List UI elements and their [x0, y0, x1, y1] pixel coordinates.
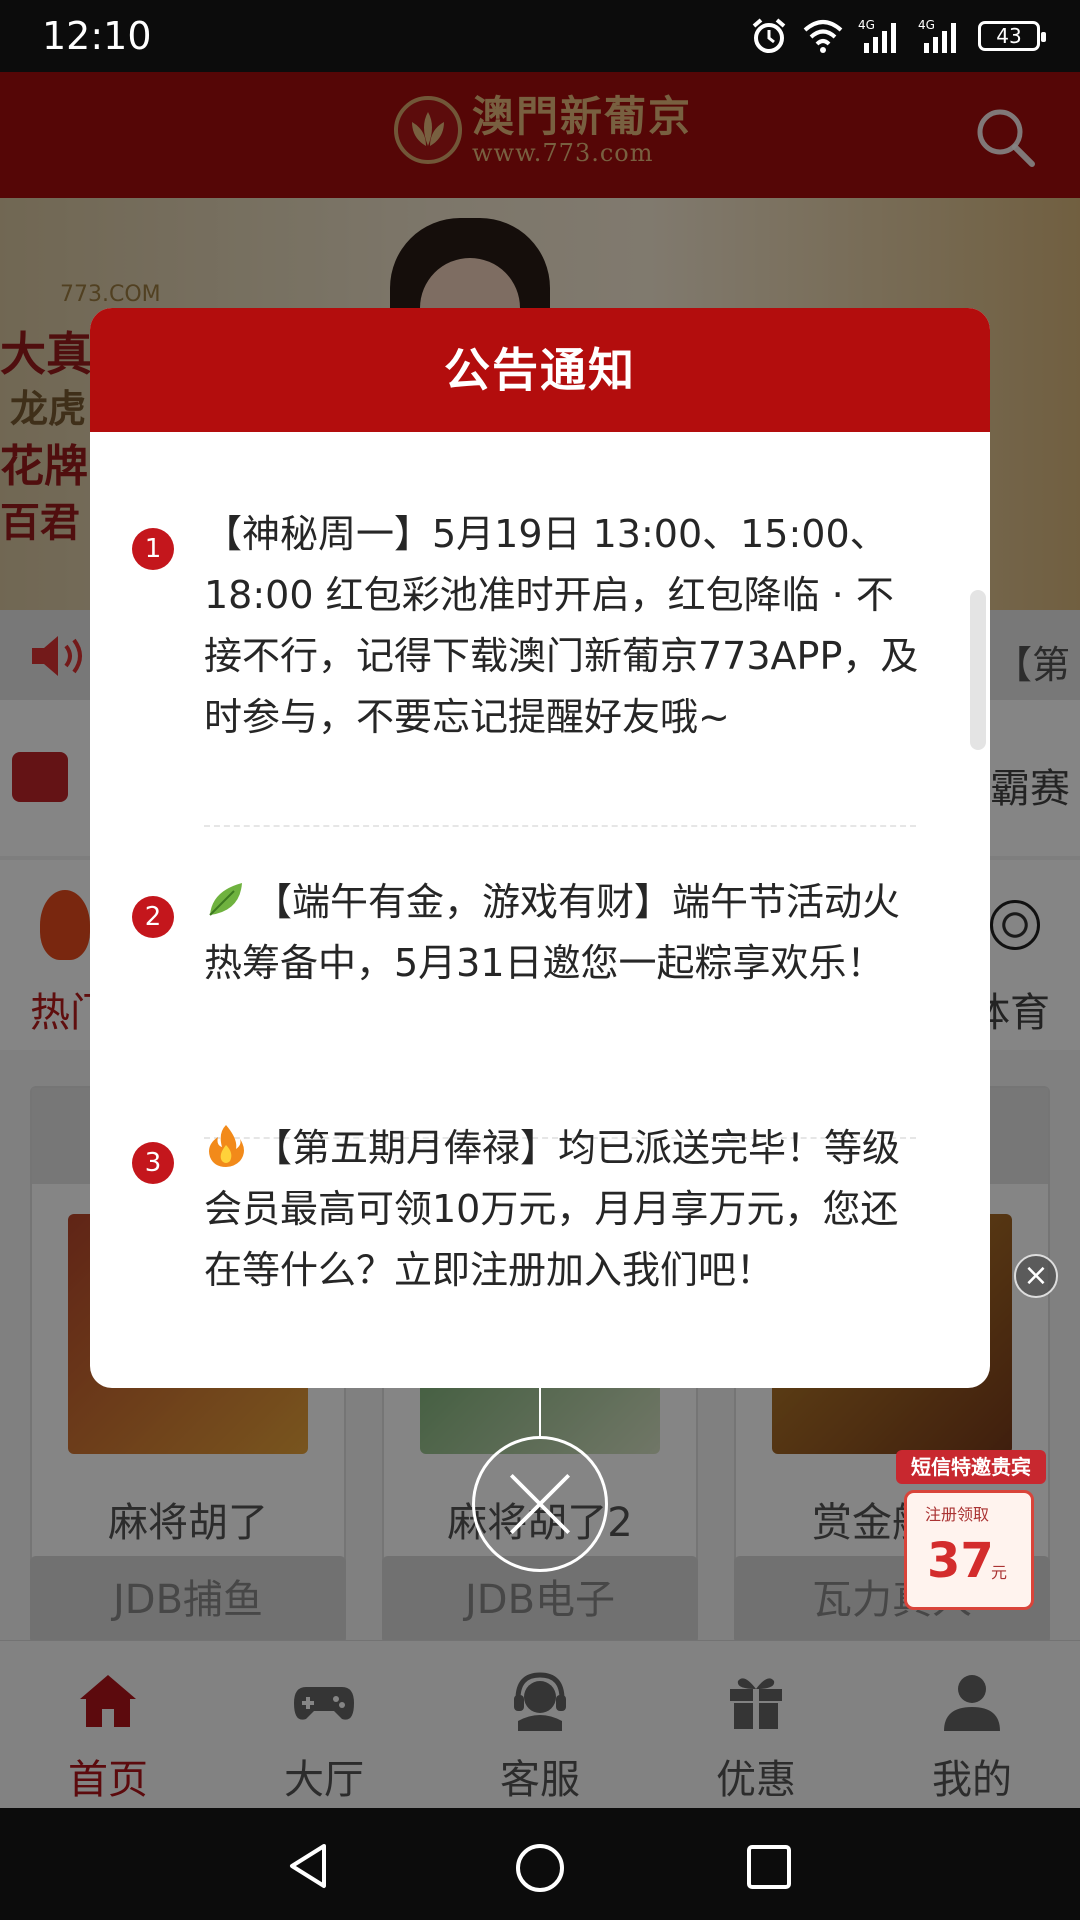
promo-small: 注册领取: [925, 1505, 990, 1524]
svg-text:4G: 4G: [858, 18, 875, 32]
scrollbar[interactable]: [970, 590, 986, 750]
status-icons: 4G 4G 43: [750, 16, 1046, 56]
signal-4g-icon: 4G: [918, 18, 956, 53]
announcement-modal: 公告通知 1 【神秘周一】5月19日 13:00、15:00、18:00 红包彩…: [90, 308, 990, 1388]
battery-icon: 43: [978, 21, 1046, 51]
leaf-icon: [209, 883, 242, 916]
close-icon[interactable]: [472, 1436, 608, 1572]
notice-text: 【神秘周一】5月19日 13:00、15:00、18:00 红包彩池准时开启，红…: [204, 512, 919, 739]
notice-content: 【端午有金，游戏有财】端午节活动火热筹备中，5月31日邀您一起粽享欢乐！: [204, 872, 924, 994]
back-icon[interactable]: [284, 1842, 332, 1890]
notice-index-badge: 3: [132, 1142, 174, 1184]
wifi-icon: [803, 20, 843, 53]
divider: [204, 825, 916, 827]
fire-icon: [209, 1125, 244, 1167]
notice-text: 【第五期月俸禄】均已派送完毕！等级会员最高可领10万元，月月享万元，您还在等什么…: [204, 1126, 901, 1292]
modal-title: 公告通知: [90, 308, 990, 432]
notice-list[interactable]: 1 【神秘周一】5月19日 13:00、15:00、18:00 红包彩池准时开启…: [90, 432, 990, 1388]
promo-amount: 37: [927, 1533, 994, 1589]
status-bar: 12:10 4G 4G 43: [0, 0, 1080, 72]
status-time: 12:10: [42, 14, 152, 58]
notice-index-badge: 1: [132, 528, 174, 570]
promo-unit: 元: [991, 1563, 1008, 1582]
signal-4g-icon: 4G: [858, 18, 896, 53]
alarm-icon: [752, 18, 786, 53]
recents-icon[interactable]: [746, 1844, 792, 1890]
notice-content: 【第五期月俸禄】均已派送完毕！等级会员最高可领10万元，月月享万元，您还在等什么…: [204, 1118, 924, 1301]
sms-invite-promo[interactable]: 短信特邀贵宾 注册领取 37 元: [886, 1450, 1056, 1630]
notice-index-badge: 2: [132, 896, 174, 938]
system-nav-bar: [0, 1808, 1080, 1920]
promo-close-icon[interactable]: ×: [1014, 1254, 1058, 1298]
home-circle-icon[interactable]: [514, 1842, 566, 1894]
svg-text:4G: 4G: [918, 18, 935, 32]
close-connector: [539, 1388, 541, 1438]
notice-text: 【端午有金，游戏有财】端午节活动火热筹备中，5月31日邀您一起粽享欢乐！: [204, 880, 901, 985]
promo-tag: 短信特邀贵宾: [896, 1450, 1046, 1484]
